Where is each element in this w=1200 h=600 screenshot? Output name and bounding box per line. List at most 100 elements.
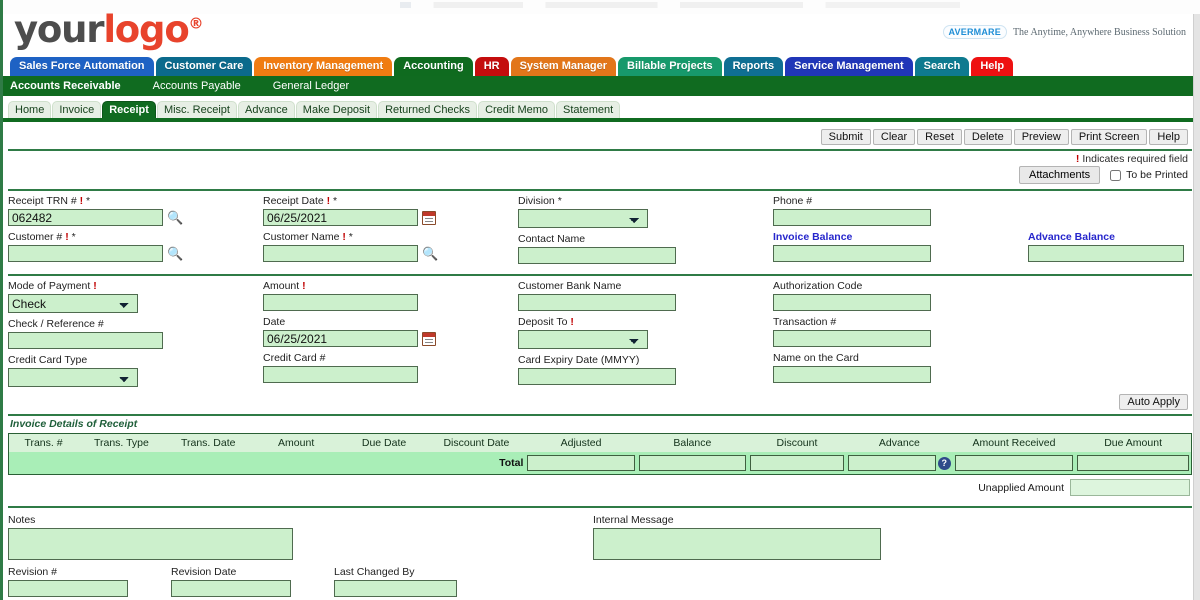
revision-date-input[interactable] — [171, 580, 291, 597]
main-navigation: Sales Force Automation Customer Care Inven… — [0, 54, 1200, 76]
notes-textarea[interactable] — [8, 528, 293, 560]
to-be-printed-checkbox[interactable] — [1110, 169, 1122, 181]
tab-advance[interactable]: Advance — [237, 101, 295, 118]
table-row: Total ? — [9, 452, 1191, 474]
receipt-date-input[interactable] — [263, 209, 418, 226]
nav-tab-billable-projects[interactable]: Billable Projects — [618, 57, 722, 76]
total-label: Total — [499, 457, 524, 469]
receipt-date-calendar-icon[interactable] — [422, 210, 436, 225]
print-screen-button[interactable]: Print Screen — [1070, 129, 1148, 145]
contact-name-input[interactable] — [518, 247, 676, 264]
tab-strip: Home Invoice Receipt Misc. Receipt Advance Ma… — [0, 96, 1200, 118]
invoice-balance-label[interactable]: Invoice Balance — [773, 231, 1028, 244]
attachments-button[interactable]: Attachments — [1018, 166, 1101, 184]
total-advance-input[interactable] — [847, 455, 936, 471]
last-changed-by-input[interactable] — [334, 580, 457, 597]
name-on-card-input[interactable] — [773, 366, 931, 383]
internal-message-textarea[interactable] — [593, 528, 881, 560]
receipt-trn-input[interactable] — [8, 209, 163, 226]
date-field: Date — [263, 316, 518, 347]
tab-credit-memo[interactable]: Credit Memo — [478, 101, 556, 118]
authorization-code-input[interactable] — [773, 294, 931, 311]
credit-card-number-label: Credit Card # — [263, 352, 326, 364]
nav-tab-search[interactable]: Search — [914, 57, 970, 76]
date-calendar-icon[interactable] — [422, 331, 436, 346]
deposit-to-select[interactable] — [518, 330, 648, 349]
deposit-to-label: Deposit To ! — [518, 316, 773, 329]
nav-tab-hr[interactable]: HR — [474, 57, 509, 76]
section1-column-2: Receipt Date ! * Customer Name ! * — [263, 195, 518, 269]
tab-receipt[interactable]: Receipt — [102, 101, 156, 118]
submenu-item-accounts-receivable[interactable]: Accounts Receivable — [10, 80, 135, 92]
unapplied-amount-input[interactable] — [1070, 479, 1190, 496]
credit-card-number-input[interactable] — [263, 366, 418, 383]
advance-balance-label[interactable]: Advance Balance — [1028, 231, 1192, 244]
to-be-printed-checkbox-group[interactable]: To be Printed — [1110, 169, 1188, 181]
credit-card-type-select[interactable] — [8, 368, 138, 387]
customer-name-label-text: Customer Name — [263, 231, 340, 243]
nav-tab-inventory-management[interactable]: Inventory Management — [254, 57, 393, 76]
customer-name-input[interactable] — [263, 245, 418, 262]
check-reference-input[interactable] — [8, 332, 163, 349]
company-logo[interactable]: yourlogo® — [14, 8, 204, 51]
action-toolbar: Submit Clear Reset Delete Preview Print … — [8, 123, 1192, 148]
tab-invoice[interactable]: Invoice — [52, 101, 102, 118]
customer-name-star: * — [348, 231, 353, 243]
total-advance-cell: ? — [845, 452, 953, 474]
tab-misc-receipt[interactable]: Misc. Receipt — [156, 101, 237, 118]
check-reference-field: Check / Reference # — [8, 318, 263, 349]
transaction-number-input[interactable] — [773, 330, 931, 347]
delete-button[interactable]: Delete — [963, 129, 1012, 145]
nav-tab-reports[interactable]: Reports — [723, 57, 784, 76]
total-discount-input[interactable] — [750, 455, 844, 471]
preview-button[interactable]: Preview — [1013, 129, 1069, 145]
tab-make-deposit[interactable]: Make Deposit — [295, 101, 378, 118]
total-due-amount-input[interactable] — [1077, 455, 1189, 471]
section2-column-2: Amount ! Date Credit Card # — [263, 280, 518, 392]
tab-statement[interactable]: Statement — [556, 101, 621, 118]
receipt-trn-field: Receipt TRN # ! * 🔍 — [8, 195, 263, 226]
customer-number-input[interactable] — [8, 245, 163, 262]
mode-of-payment-select[interactable]: Check — [8, 294, 138, 313]
advance-help-icon[interactable]: ? — [937, 456, 951, 470]
customer-number-star: * — [71, 231, 76, 243]
total-adjusted-input[interactable] — [527, 455, 635, 471]
customer-name-field: Customer Name ! * 🔍 — [263, 231, 518, 262]
submenu-item-accounts-payable[interactable]: Accounts Payable — [153, 80, 255, 92]
revision-number-input[interactable] — [8, 580, 128, 597]
clear-button[interactable]: Clear — [872, 129, 916, 145]
help-button[interactable]: Help — [1149, 129, 1188, 145]
submenu-item-general-ledger[interactable]: General Ledger — [273, 80, 363, 92]
card-expiry-input[interactable] — [518, 368, 676, 385]
card-expiry-label: Card Expiry Date (MMYY) — [518, 354, 640, 366]
phone-input[interactable] — [773, 209, 931, 226]
reset-button[interactable]: Reset — [917, 129, 962, 145]
advance-balance-input[interactable] — [1028, 245, 1184, 262]
auto-apply-button[interactable]: Auto Apply — [1119, 394, 1188, 410]
section-customer: Receipt TRN # ! * 🔍 Customer # ! * — [8, 195, 1192, 269]
customer-bank-name-label: Customer Bank Name — [518, 280, 622, 292]
division-select[interactable] — [518, 209, 648, 228]
nav-tab-system-manager[interactable]: System Manager — [510, 57, 617, 76]
nav-tab-help[interactable]: Help — [971, 57, 1014, 76]
nav-tab-customer-care[interactable]: Customer Care — [155, 57, 253, 76]
total-amount-received-input[interactable] — [954, 455, 1074, 471]
invoice-balance-input[interactable] — [773, 245, 931, 262]
nav-tab-sales-force-automation[interactable]: Sales Force Automation — [10, 57, 154, 76]
column-header-discount: Discount — [748, 434, 846, 452]
invoice-details-grid: Trans. # Trans. Type Trans. Date Amount Due … — [8, 433, 1192, 475]
customer-bank-name-input[interactable] — [518, 294, 676, 311]
total-balance-input[interactable] — [638, 455, 746, 471]
tab-returned-checks[interactable]: Returned Checks — [378, 101, 478, 118]
section1-column-3: Division * Contact Name — [518, 195, 773, 269]
amount-input[interactable] — [263, 294, 418, 311]
nav-tab-service-management[interactable]: Service Management — [785, 57, 913, 76]
nav-tab-accounting[interactable]: Accounting — [394, 57, 473, 76]
tab-home[interactable]: Home — [8, 101, 52, 118]
column-header-advance: Advance — [845, 434, 953, 452]
date-label: Date — [263, 316, 286, 328]
submit-button[interactable]: Submit — [820, 129, 871, 145]
date-input[interactable] — [263, 330, 418, 347]
section1-top-rule — [8, 189, 1192, 191]
internal-message-label: Internal Message — [593, 514, 674, 526]
